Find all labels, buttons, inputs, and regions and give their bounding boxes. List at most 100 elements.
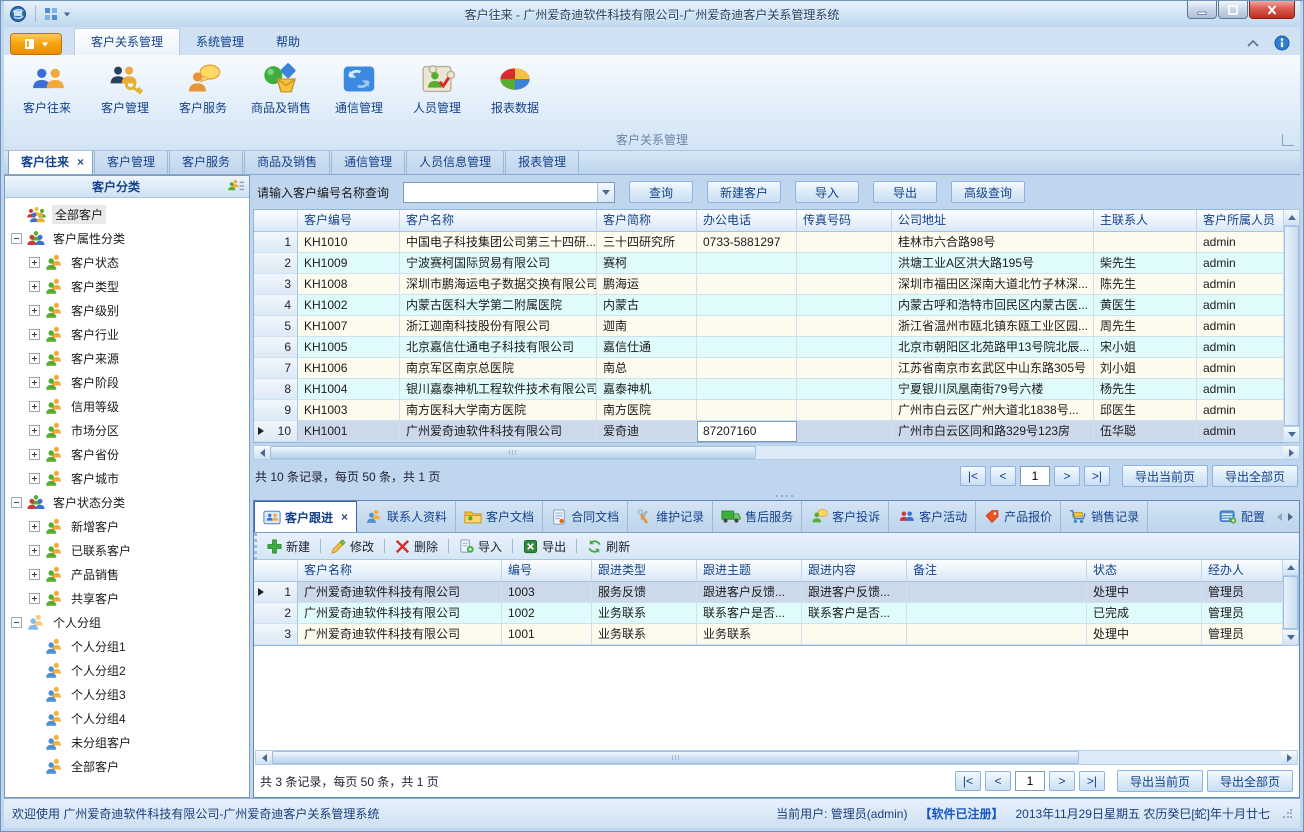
- detail-tab-sales-records[interactable]: 销售记录: [1061, 501, 1148, 532]
- tree-item-market-zone[interactable]: 市场分区: [29, 418, 249, 442]
- next-page-button[interactable]: >: [1054, 466, 1080, 486]
- ribbon-button-staff[interactable]: 人员管理: [400, 59, 474, 127]
- page-number-input[interactable]: [1015, 771, 1045, 791]
- detail-tab-documents[interactable]: 客户文档: [456, 501, 543, 532]
- detail-tab-contacts[interactable]: 联系人资料: [357, 501, 456, 532]
- search-input[interactable]: [404, 183, 597, 202]
- tree-item-personal-group-4[interactable]: 个人分组4: [29, 706, 249, 730]
- export-current-page-button[interactable]: 导出当前页: [1122, 465, 1208, 487]
- next-page-button[interactable]: >: [1049, 771, 1075, 791]
- delete-record-button[interactable]: 删除: [393, 538, 440, 555]
- customers-vertical-scrollbar[interactable]: [1284, 209, 1300, 443]
- edit-record-button[interactable]: 修改: [329, 538, 376, 555]
- tree-item-new-customers[interactable]: 新增客户: [29, 514, 249, 538]
- col-name[interactable]: 客户名称: [400, 210, 597, 232]
- col-owner[interactable]: 客户所属人员: [1197, 210, 1284, 232]
- info-icon[interactable]: [1274, 35, 1290, 51]
- followup-row-selected[interactable]: 1 广州爱奇迪软件科技有限公司 1003 服务反馈 跟进客户反馈... 跟进客户…: [254, 582, 1283, 603]
- tab-close-icon[interactable]: ×: [341, 510, 348, 524]
- minimize-button[interactable]: [1187, 1, 1217, 19]
- maximize-button[interactable]: [1218, 1, 1248, 19]
- tree-item-personal-group-2[interactable]: 个人分组2: [29, 658, 249, 682]
- tree-item-status-category[interactable]: 客户状态分类: [11, 490, 249, 514]
- horizontal-splitter[interactable]: [253, 492, 1300, 500]
- doc-tab-customer-manage[interactable]: 客户管理: [94, 149, 168, 174]
- customer-row[interactable]: 4 KH1002 内蒙古医科大学第二附属医院 内蒙古 内蒙古呼和浩特市回民区内蒙…: [254, 295, 1284, 316]
- prev-page-button[interactable]: <: [985, 771, 1011, 791]
- tree-item-customer-level[interactable]: 客户级别: [29, 298, 249, 322]
- close-button[interactable]: [1249, 1, 1295, 19]
- query-button[interactable]: 查询: [629, 181, 693, 203]
- col-content[interactable]: 跟进内容: [802, 560, 907, 582]
- customers-horizontal-scrollbar[interactable]: [253, 445, 1300, 460]
- tree-item-customer-type[interactable]: 客户类型: [29, 274, 249, 298]
- ribbon-button-report[interactable]: 报表数据: [478, 59, 552, 127]
- expand-expander-icon[interactable]: [29, 257, 40, 268]
- resize-grip-icon[interactable]: [1282, 809, 1292, 819]
- tree-item-shared-customers[interactable]: 共享客户: [29, 586, 249, 610]
- ribbon-button-communication[interactable]: 通信管理: [322, 59, 396, 127]
- tree-item-personal-group-1[interactable]: 个人分组1: [29, 634, 249, 658]
- customer-row[interactable]: 2 KH1009 宁波赛柯国际贸易有限公司 赛柯 洪塘工业A区洪大路195号 柴…: [254, 253, 1284, 274]
- scroll-up-icon[interactable]: [1283, 560, 1298, 576]
- first-page-button[interactable]: |<: [960, 466, 986, 486]
- col-note[interactable]: 备注: [907, 560, 1087, 582]
- tab-close-icon[interactable]: ×: [77, 155, 84, 169]
- tree-item-credit-rating[interactable]: 信用等级: [29, 394, 249, 418]
- col-contact[interactable]: 主联系人: [1094, 210, 1197, 232]
- col-handler[interactable]: 经办人: [1202, 560, 1283, 582]
- scroll-thumb[interactable]: [272, 751, 1079, 764]
- customer-row[interactable]: 3 KH1008 深圳市鹏海运电子数据交换有限公司 鹏海运 深圳市福田区深南大道…: [254, 274, 1284, 295]
- tab-scroll-left-icon[interactable]: [1277, 513, 1282, 521]
- doc-tab-customers[interactable]: 客户往来×: [8, 149, 93, 174]
- first-page-button[interactable]: |<: [955, 771, 981, 791]
- detail-tab-quotes[interactable]: 产品报价: [976, 501, 1061, 532]
- col-status[interactable]: 状态: [1087, 560, 1202, 582]
- col-code[interactable]: 编号: [502, 560, 592, 582]
- scroll-thumb[interactable]: [270, 446, 756, 459]
- doc-tab-goods-sales[interactable]: 商品及销售: [244, 149, 330, 174]
- followups-horizontal-scrollbar[interactable]: [255, 750, 1298, 765]
- tree-item-personal-group-3[interactable]: 个人分组3: [29, 682, 249, 706]
- followups-vertical-scrollbar[interactable]: [1283, 560, 1299, 646]
- customer-row[interactable]: 6 KH1005 北京嘉信仕通电子科技有限公司 嘉信仕通 北京市朝阳区北苑路甲1…: [254, 337, 1284, 358]
- customer-row[interactable]: 8 KH1004 银川嘉泰神机工程软件技术有限公司 嘉泰神机 宁夏银川凤凰南街7…: [254, 379, 1284, 400]
- col-phone[interactable]: 办公电话: [697, 210, 797, 232]
- export-records-button[interactable]: 导出: [521, 538, 568, 555]
- tree-item-customer-source[interactable]: 客户来源: [29, 346, 249, 370]
- detail-tab-after-sales[interactable]: 售后服务: [713, 501, 802, 532]
- tree-item-contacted-customers[interactable]: 已联系客户: [29, 538, 249, 562]
- customer-row[interactable]: 1 KH1010 中国电子科技集团公司第三十四研... 三十四研究所 0733-…: [254, 232, 1284, 253]
- ribbon-tab-system[interactable]: 系统管理: [180, 29, 260, 55]
- col-code[interactable]: 客户编号: [298, 210, 400, 232]
- tree-item-customer-industry[interactable]: 客户行业: [29, 322, 249, 346]
- last-page-button[interactable]: >|: [1079, 771, 1105, 791]
- ribbon-tab-crm[interactable]: 客户关系管理: [74, 28, 180, 55]
- page-number-input[interactable]: [1020, 466, 1050, 486]
- advanced-query-button[interactable]: 高级查询: [951, 181, 1025, 203]
- doc-tab-customer-service[interactable]: 客户服务: [169, 149, 243, 174]
- application-menu-button[interactable]: [10, 33, 62, 55]
- combo-dropdown-button[interactable]: [597, 183, 614, 202]
- export-all-pages-button[interactable]: 导出全部页: [1212, 465, 1298, 487]
- scroll-down-icon[interactable]: [1284, 426, 1299, 442]
- customer-row-selected[interactable]: 10 KH1001 广州爱奇迪软件科技有限公司 爱奇迪 87207160 广州市…: [254, 421, 1284, 442]
- scroll-up-icon[interactable]: [1284, 210, 1299, 226]
- ribbon-button-goods-sales[interactable]: 商品及销售: [244, 59, 318, 127]
- col-topic[interactable]: 跟进主题: [697, 560, 802, 582]
- tree-item-ungrouped-customers[interactable]: 未分组客户: [29, 730, 249, 754]
- tab-scroll-right-icon[interactable]: [1288, 513, 1293, 521]
- tree-item-customer-province[interactable]: 客户省份: [29, 442, 249, 466]
- software-registered-link[interactable]: 【软件已注册】: [919, 805, 1003, 822]
- detail-tab-maintenance[interactable]: 维护记录: [628, 501, 713, 532]
- config-button[interactable]: 配置: [1213, 506, 1271, 527]
- tree-item-all-customers-group[interactable]: 全部客户: [29, 754, 249, 778]
- editing-cell[interactable]: 87207160: [697, 421, 797, 442]
- collapse-ribbon-icon[interactable]: [1246, 39, 1260, 48]
- scroll-left-icon[interactable]: [254, 446, 270, 459]
- detail-tab-followup[interactable]: 客户跟进 ×: [254, 501, 357, 532]
- scroll-down-icon[interactable]: [1283, 629, 1298, 645]
- detail-tab-contracts[interactable]: 合同文档: [543, 501, 628, 532]
- collapse-expander-icon[interactable]: [11, 233, 22, 244]
- col-fax[interactable]: 传真号码: [797, 210, 892, 232]
